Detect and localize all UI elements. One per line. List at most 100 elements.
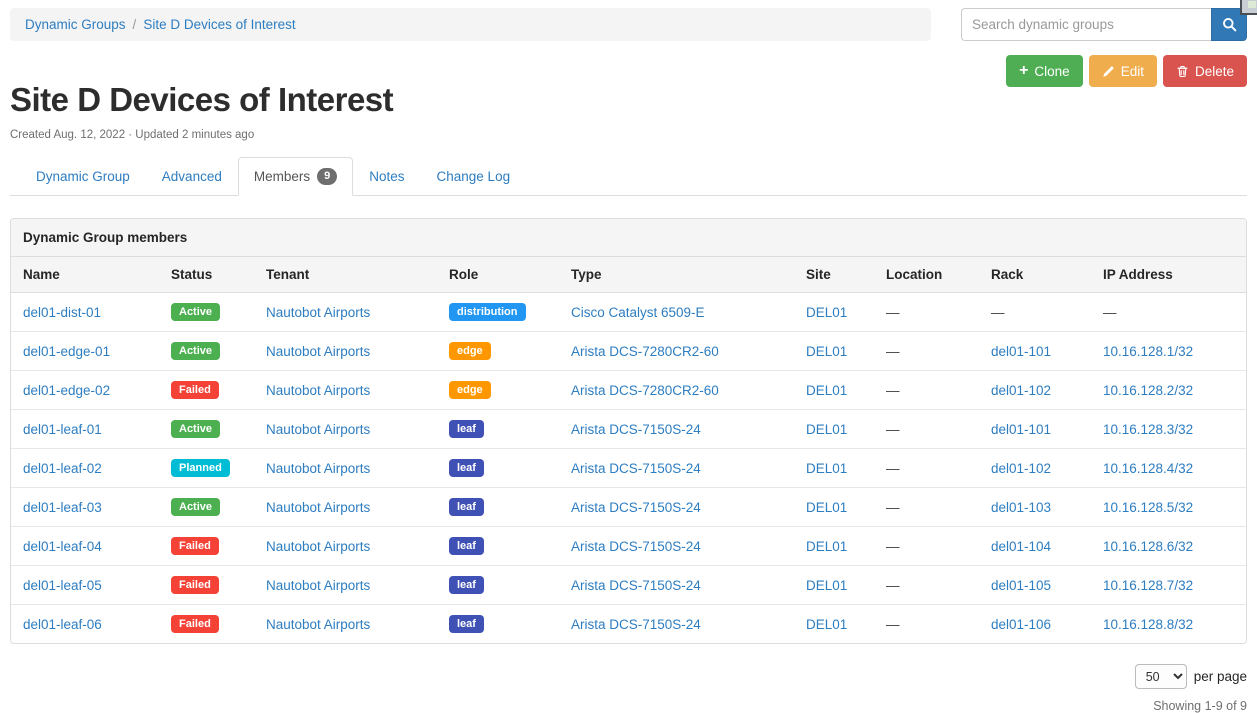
status-badge[interactable]: Active — [171, 342, 220, 360]
site-link[interactable]: DEL01 — [806, 617, 847, 632]
tenant-link[interactable]: Nautobot Airports — [266, 344, 370, 359]
tab-label[interactable]: Advanced — [162, 169, 222, 184]
tenant-cell: Nautobot Airports — [254, 332, 437, 371]
breadcrumb-link-current[interactable]: Site D Devices of Interest — [143, 17, 295, 32]
device-name-link[interactable]: del01-leaf-01 — [23, 422, 102, 437]
site-link[interactable]: DEL01 — [806, 500, 847, 515]
ip-address-link[interactable]: 10.16.128.5/32 — [1103, 500, 1193, 515]
per-page-label: per page — [1194, 669, 1247, 684]
status-badge[interactable]: Active — [171, 498, 220, 516]
status-badge[interactable]: Failed — [171, 615, 219, 633]
tab-label[interactable]: Notes — [369, 169, 404, 184]
status-badge[interactable]: Planned — [171, 459, 230, 477]
device-type-link[interactable]: Arista DCS-7150S-24 — [571, 578, 701, 593]
site-link[interactable]: DEL01 — [806, 344, 847, 359]
rack-link[interactable]: del01-101 — [991, 344, 1051, 359]
search-input[interactable] — [961, 8, 1211, 41]
device-type-link[interactable]: Cisco Catalyst 6509-E — [571, 305, 705, 320]
device-name-link[interactable]: del01-leaf-04 — [23, 539, 102, 554]
location-cell: — — [874, 566, 979, 605]
tenant-link[interactable]: Nautobot Airports — [266, 539, 370, 554]
breadcrumb-link-dynamic-groups[interactable]: Dynamic Groups — [25, 17, 126, 32]
ip-address-link[interactable]: 10.16.128.7/32 — [1103, 578, 1193, 593]
rack-link[interactable]: del01-103 — [991, 500, 1051, 515]
role-badge[interactable]: edge — [449, 342, 491, 360]
device-type-cell: Arista DCS-7150S-24 — [559, 488, 794, 527]
site-link[interactable]: DEL01 — [806, 305, 847, 320]
device-name-cell: del01-leaf-02 — [11, 449, 159, 488]
tab-dynamic-group[interactable]: Dynamic Group — [20, 157, 146, 196]
role-badge[interactable]: leaf — [449, 420, 484, 438]
site-link[interactable]: DEL01 — [806, 422, 847, 437]
tab-label[interactable]: Dynamic Group — [36, 169, 130, 184]
members-table: NameStatusTenantRoleTypeSiteLocationRack… — [11, 257, 1246, 643]
rack-cell: — — [979, 293, 1091, 332]
status-badge[interactable]: Failed — [171, 576, 219, 594]
rack-link[interactable]: del01-102 — [991, 383, 1051, 398]
tenant-link[interactable]: Nautobot Airports — [266, 383, 370, 398]
tenant-link[interactable]: Nautobot Airports — [266, 500, 370, 515]
device-name-link[interactable]: del01-leaf-06 — [23, 617, 102, 632]
device-name-link[interactable]: del01-leaf-05 — [23, 578, 102, 593]
status-badge[interactable]: Failed — [171, 381, 219, 399]
role-cell: leaf — [437, 566, 559, 605]
rack-link[interactable]: del01-102 — [991, 461, 1051, 476]
status-badge[interactable]: Failed — [171, 537, 219, 555]
tenant-link[interactable]: Nautobot Airports — [266, 422, 370, 437]
tenant-link[interactable]: Nautobot Airports — [266, 461, 370, 476]
role-badge[interactable]: leaf — [449, 537, 484, 555]
delete-button[interactable]: Delete — [1163, 55, 1247, 87]
tab-advanced[interactable]: Advanced — [146, 157, 238, 196]
device-type-link[interactable]: Arista DCS-7150S-24 — [571, 617, 701, 632]
per-page-select[interactable]: 50 — [1135, 664, 1187, 689]
rack-link[interactable]: del01-106 — [991, 617, 1051, 632]
device-name-link[interactable]: del01-leaf-03 — [23, 500, 102, 515]
ip-address-link[interactable]: 10.16.128.6/32 — [1103, 539, 1193, 554]
clone-button[interactable]: + Clone — [1006, 55, 1083, 87]
tab-change-log[interactable]: Change Log — [421, 157, 527, 196]
role-badge[interactable]: leaf — [449, 615, 484, 633]
role-badge[interactable]: leaf — [449, 498, 484, 516]
device-name-link[interactable]: del01-edge-02 — [23, 383, 110, 398]
tenant-link[interactable]: Nautobot Airports — [266, 305, 370, 320]
tenant-cell: Nautobot Airports — [254, 566, 437, 605]
tab-label[interactable]: Members — [254, 169, 310, 184]
rack-link[interactable]: del01-105 — [991, 578, 1051, 593]
ip-address-link[interactable]: 10.16.128.1/32 — [1103, 344, 1193, 359]
role-cell: leaf — [437, 449, 559, 488]
status-badge[interactable]: Active — [171, 303, 220, 321]
rack-link[interactable]: del01-101 — [991, 422, 1051, 437]
edit-button[interactable]: Edit — [1089, 55, 1157, 87]
device-type-cell: Arista DCS-7150S-24 — [559, 605, 794, 644]
role-badge[interactable]: edge — [449, 381, 491, 399]
ip-address-link[interactable]: 10.16.128.3/32 — [1103, 422, 1193, 437]
device-type-link[interactable]: Arista DCS-7280CR2-60 — [571, 344, 719, 359]
role-badge[interactable]: leaf — [449, 576, 484, 594]
tab-label[interactable]: Change Log — [437, 169, 511, 184]
device-type-cell: Arista DCS-7150S-24 — [559, 566, 794, 605]
device-name-link[interactable]: del01-leaf-02 — [23, 461, 102, 476]
device-type-link[interactable]: Arista DCS-7150S-24 — [571, 539, 701, 554]
role-badge[interactable]: leaf — [449, 459, 484, 477]
site-link[interactable]: DEL01 — [806, 383, 847, 398]
tenant-link[interactable]: Nautobot Airports — [266, 578, 370, 593]
site-link[interactable]: DEL01 — [806, 539, 847, 554]
rack-link[interactable]: del01-104 — [991, 539, 1051, 554]
device-type-link[interactable]: Arista DCS-7150S-24 — [571, 461, 701, 476]
ip-address-link[interactable]: 10.16.128.8/32 — [1103, 617, 1193, 632]
status-badge[interactable]: Active — [171, 420, 220, 438]
device-name-link[interactable]: del01-edge-01 — [23, 344, 110, 359]
ip-address-link[interactable]: 10.16.128.4/32 — [1103, 461, 1193, 476]
site-link[interactable]: DEL01 — [806, 461, 847, 476]
tenant-link[interactable]: Nautobot Airports — [266, 617, 370, 632]
members-table-body: del01-dist-01 Active Nautobot Airports dist… — [11, 293, 1246, 644]
role-badge[interactable]: distribution — [449, 303, 526, 321]
device-name-link[interactable]: del01-dist-01 — [23, 305, 101, 320]
site-link[interactable]: DEL01 — [806, 578, 847, 593]
tab-notes[interactable]: Notes — [353, 157, 420, 196]
device-type-link[interactable]: Arista DCS-7150S-24 — [571, 422, 701, 437]
device-type-link[interactable]: Arista DCS-7280CR2-60 — [571, 383, 719, 398]
ip-address-link[interactable]: 10.16.128.2/32 — [1103, 383, 1193, 398]
device-type-link[interactable]: Arista DCS-7150S-24 — [571, 500, 701, 515]
tab-members[interactable]: Members9 — [238, 157, 353, 196]
